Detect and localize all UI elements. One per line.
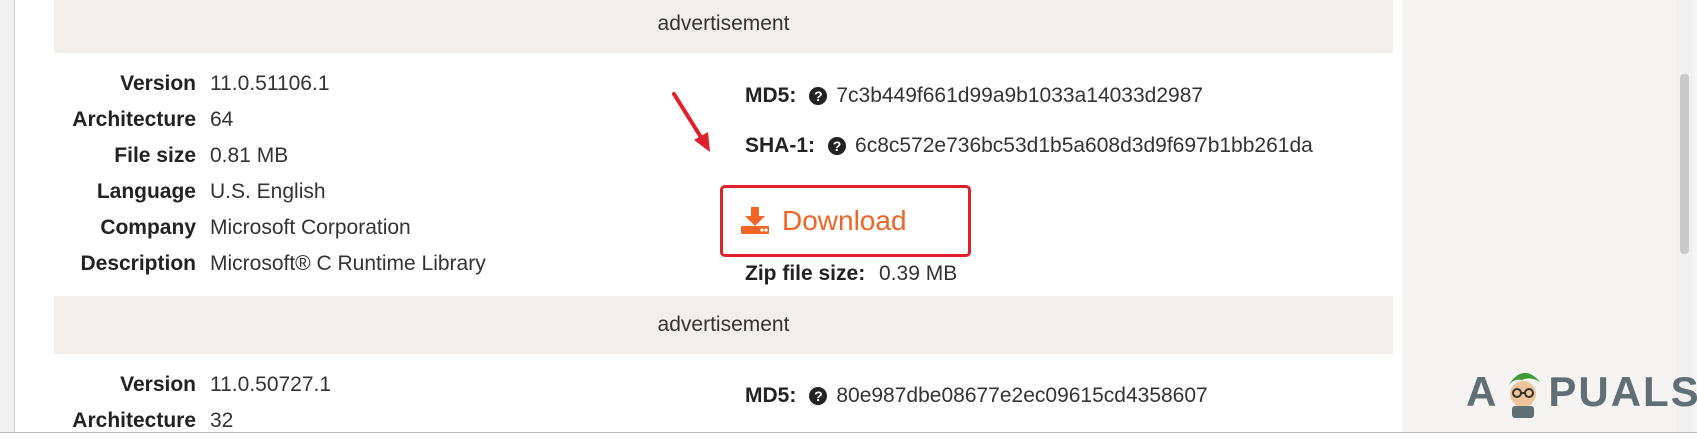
help-icon[interactable]: ? <box>809 387 828 405</box>
detail-row-file-size: File size 0.81 MB <box>114 144 289 167</box>
advertisement-label: advertisement <box>657 313 790 336</box>
download-icon <box>741 207 769 234</box>
zip-file-size: Zip file size: 0.39 MB <box>745 262 958 285</box>
appuals-watermark: A PUALS <box>1466 366 1697 418</box>
advertisement-label: advertisement <box>657 12 790 35</box>
help-icon[interactable]: ? <box>809 87 828 105</box>
detail-row-company: Company Microsoft Corporation <box>100 216 411 239</box>
left-edge <box>0 0 15 432</box>
advertisement-band: advertisement <box>54 0 1393 53</box>
annotation-arrow-icon <box>672 92 710 152</box>
help-icon[interactable]: ? <box>828 137 847 155</box>
detail-row-description: Description Microsoft® C Runtime Library <box>80 252 486 275</box>
screenshot-frame: advertisement Version 11.0.51106.1 Archi… <box>0 0 1697 444</box>
md5-row: MD5: ? 80e987dbe08677e2ec09615cd4358607 <box>745 384 1208 407</box>
detail-row-version: Version 11.0.51106.1 <box>120 72 330 95</box>
advertisement-band: advertisement <box>54 296 1393 354</box>
detail-row-architecture: Architecture 64 <box>72 108 234 131</box>
detail-row-language: Language U.S. English <box>96 180 326 203</box>
md5-row: MD5: ? 7c3b449f661d99a9b1033a14033d2987 <box>745 84 1204 107</box>
mascot-icon <box>1508 372 1541 418</box>
download-label: Download <box>782 205 907 236</box>
detail-row-version: Version 11.0.50727.1 <box>120 373 332 396</box>
sha1-row: SHA-1: ? 6c8c572e736bc53d1b5a608d3d9f697… <box>745 134 1313 157</box>
scrollbar-thumb[interactable] <box>1680 74 1689 254</box>
detail-row-architecture: Architecture 32 <box>72 409 234 432</box>
download-button[interactable]: Download <box>740 199 907 243</box>
bottom-edge <box>0 432 1697 444</box>
